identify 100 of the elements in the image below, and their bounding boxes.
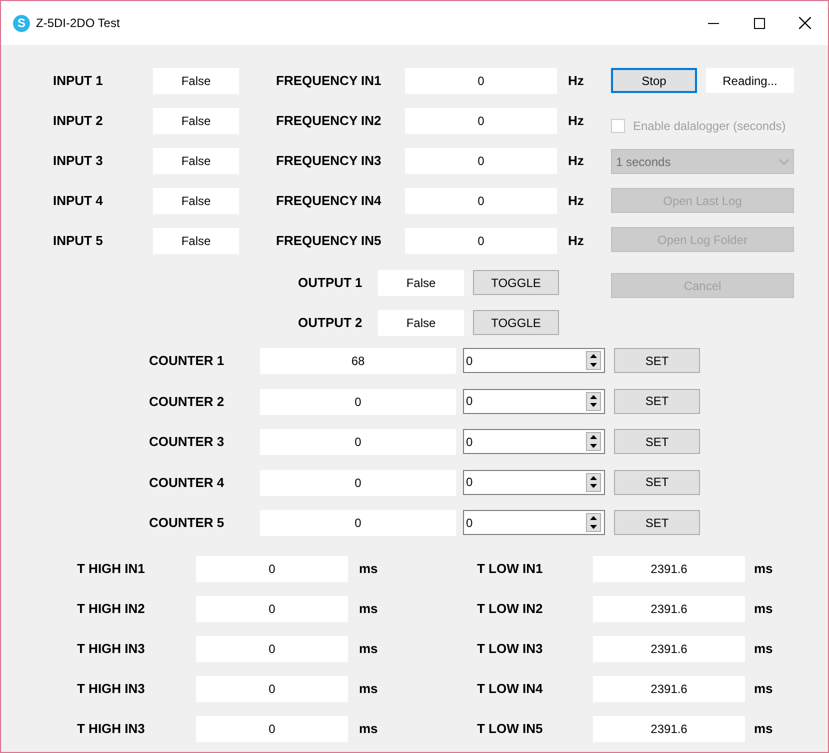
field-label: ms	[754, 560, 773, 578]
field-label: INPUT 3	[53, 152, 103, 170]
field-label: T HIGH IN3	[77, 680, 145, 698]
value-display: 0	[196, 636, 348, 662]
button[interactable]: SET	[614, 429, 700, 454]
value-display: False	[378, 310, 464, 336]
up-arrow-icon	[590, 435, 597, 440]
field-label: OUTPUT 1	[298, 274, 362, 292]
field-label: T HIGH IN3	[77, 720, 145, 738]
number-field[interactable]: 0	[463, 388, 605, 414]
chevron-down-icon	[779, 158, 789, 164]
field-label: ms	[754, 600, 773, 618]
value-display: False	[153, 68, 239, 94]
button[interactable]: SET	[614, 348, 700, 373]
field-label: ms	[754, 640, 773, 658]
value-display: 0	[260, 510, 456, 536]
field-label: FREQUENCY IN2	[276, 112, 382, 130]
field-label: ms	[359, 600, 378, 618]
field-label: T HIGH IN2	[77, 600, 145, 618]
value-display: 0	[405, 68, 557, 94]
down-arrow-icon	[590, 484, 597, 488]
down-arrow-icon	[590, 403, 597, 408]
app-logo: S	[13, 14, 30, 32]
value-display: 0	[196, 676, 348, 702]
close-icon	[799, 17, 811, 29]
button[interactable]: TOGGLE	[473, 310, 559, 335]
value-display: False	[378, 270, 464, 296]
field-label: COUNTER 1	[149, 352, 224, 370]
value-display: False	[153, 148, 239, 174]
value-display: 0	[405, 188, 557, 214]
up-arrow-icon	[590, 394, 597, 399]
value-display: 0	[260, 470, 456, 496]
field-label: ms	[359, 680, 378, 698]
field-label: T LOW IN1	[477, 560, 543, 578]
button[interactable]: Stop	[611, 68, 697, 93]
button[interactable]: SET	[614, 470, 700, 494]
field-label: ms	[359, 720, 378, 738]
field-label: FREQUENCY IN3	[276, 152, 382, 170]
button[interactable]: SET	[614, 388, 700, 414]
value-display: 0	[260, 388, 456, 414]
down-arrow-icon	[590, 444, 597, 448]
up-arrow-icon	[590, 354, 597, 358]
field-label: COUNTER 2	[149, 392, 224, 411]
field-label: Hz	[568, 232, 584, 250]
value-display: False	[153, 228, 239, 254]
value-display: 2391.6	[593, 636, 745, 662]
spin-buttons[interactable]	[586, 351, 601, 370]
window-title: Z-5DI-2DO Test	[36, 15, 120, 32]
field-label: COUNTER 5	[149, 514, 224, 532]
field-label: Hz	[568, 192, 584, 210]
field-label: FREQUENCY IN1	[276, 72, 382, 90]
field-label: T LOW IN2	[477, 600, 543, 618]
value-display: 0	[405, 108, 557, 134]
minimize-icon	[708, 22, 718, 24]
field-label: INPUT 2	[53, 112, 103, 130]
down-arrow-icon	[590, 362, 597, 367]
field-label: OUTPUT 2	[298, 314, 362, 332]
field-label: T LOW IN5	[477, 720, 543, 738]
field-label: ms	[359, 640, 378, 658]
value-display: 0	[196, 596, 348, 622]
value-display: 0	[196, 556, 348, 582]
number-field[interactable]: 0	[463, 348, 605, 373]
button[interactable]: SET	[614, 510, 700, 535]
field-label: COUNTER 4	[149, 474, 224, 492]
field-label: T LOW IN4	[477, 680, 543, 698]
value-display: 2391.6	[593, 716, 745, 742]
down-arrow-icon	[590, 524, 597, 529]
number-field[interactable]: 0	[463, 510, 605, 535]
field-label: T LOW IN3	[477, 640, 543, 658]
field-label: FREQUENCY IN5	[276, 232, 382, 250]
value-display: 0	[196, 716, 348, 742]
spin-buttons[interactable]	[586, 392, 601, 410]
field-label: FREQUENCY IN4	[276, 192, 382, 210]
value-display: 2391.6	[593, 596, 745, 622]
field-label: INPUT 1	[53, 72, 103, 90]
value-display: 68	[260, 348, 456, 374]
value-display: 2391.6	[593, 676, 745, 702]
spin-buttons[interactable]	[586, 432, 601, 451]
field-label: COUNTER 3	[149, 433, 224, 452]
field-label: Hz	[568, 72, 584, 90]
field-label: ms	[754, 680, 773, 698]
spin-buttons[interactable]	[586, 513, 601, 532]
value-display: False	[153, 108, 239, 134]
field-label: INPUT 4	[53, 192, 103, 210]
spin-buttons[interactable]	[586, 472, 601, 492]
status-display: Reading...	[706, 68, 794, 93]
field-label: ms	[359, 560, 378, 578]
up-arrow-icon	[590, 476, 597, 480]
value-display: 0	[260, 429, 456, 455]
value-display: 2391.6	[593, 556, 745, 582]
field-label: T HIGH IN1	[77, 560, 145, 578]
number-field[interactable]: 0	[463, 470, 605, 494]
button[interactable]: TOGGLE	[473, 270, 559, 295]
value-display: 0	[405, 228, 557, 254]
up-arrow-icon	[590, 516, 597, 520]
field-label: Hz	[568, 112, 584, 130]
field-label: Hz	[568, 152, 584, 170]
field-label: ms	[754, 720, 773, 738]
number-field[interactable]: 0	[463, 429, 605, 454]
field-label: INPUT 5	[53, 232, 103, 250]
